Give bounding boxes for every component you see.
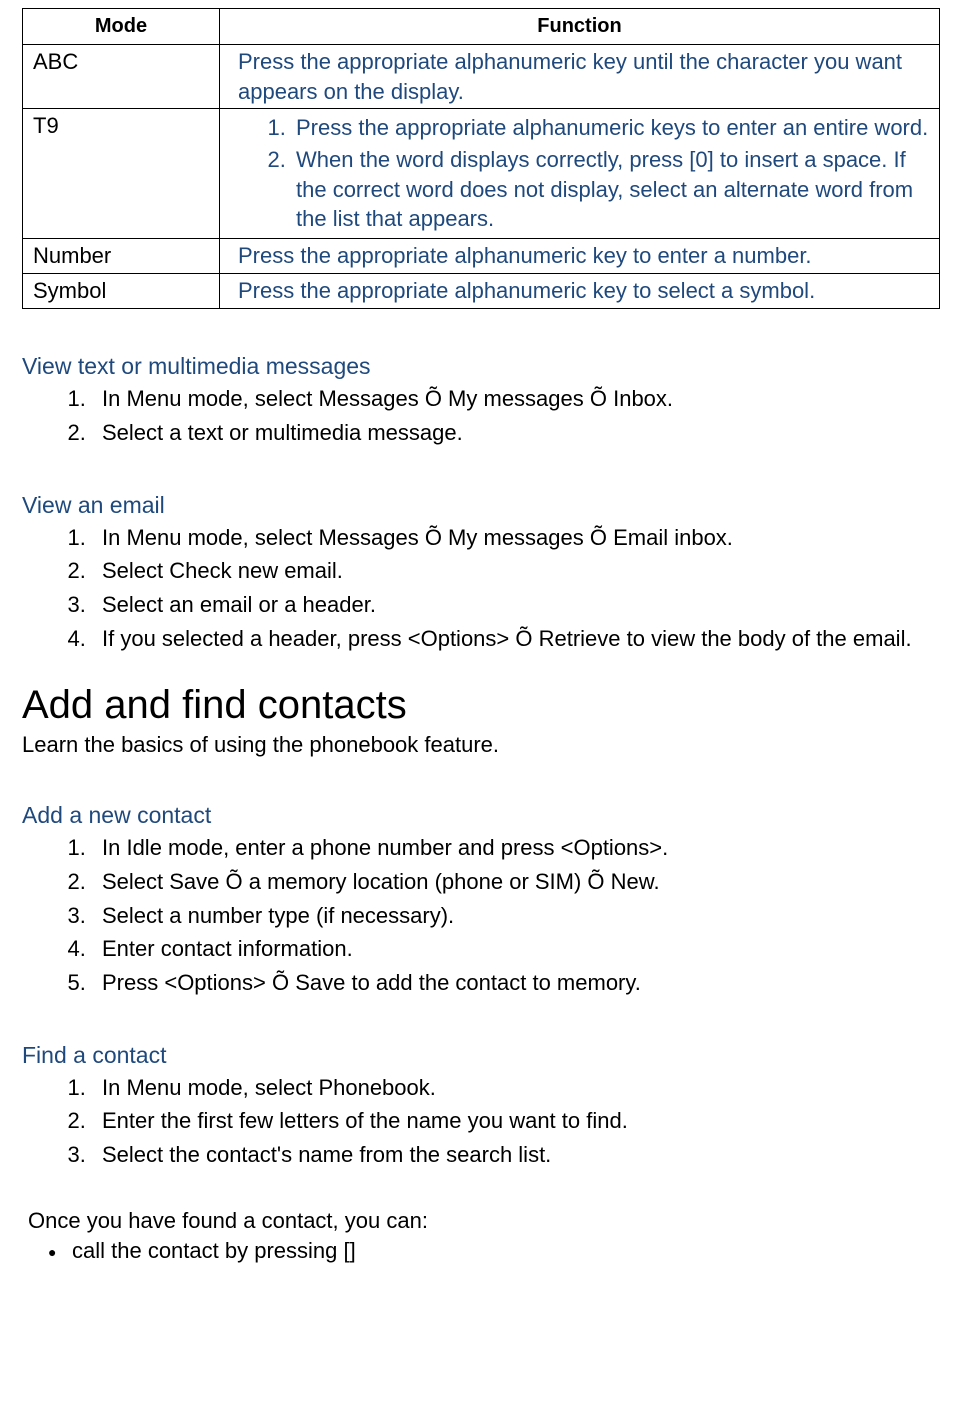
table-header-row: Mode Function: [23, 9, 940, 45]
step-item: Select Check new email.: [92, 556, 940, 586]
step-item: Select Save Õ a memory location (phone o…: [92, 867, 940, 897]
table-row: Symbol Press the appropriate alphanumeri…: [23, 274, 940, 309]
function-step: When the word displays correctly, press …: [292, 145, 929, 234]
mode-cell: ABC: [23, 45, 220, 109]
step-item: Select a text or multimedia message.: [92, 418, 940, 448]
step-item: Select the contact's name from the searc…: [92, 1140, 940, 1170]
step-item: Enter contact information.: [92, 934, 940, 964]
steps-view-messages: In Menu mode, select Messages Õ My messa…: [22, 384, 940, 447]
section-heading-add-contact: Add a new contact: [22, 802, 940, 829]
step-item: Press <Options> Õ Save to add the contac…: [92, 968, 940, 998]
mode-cell: Number: [23, 239, 220, 274]
function-step: Press the appropriate alphanumeric keys …: [292, 113, 929, 143]
header-function: Function: [220, 9, 940, 45]
step-item: In Menu mode, select Phonebook.: [92, 1073, 940, 1103]
section-heading-view-email: View an email: [22, 492, 940, 519]
step-item: Select an email or a header.: [92, 590, 940, 620]
heading-add-find-contacts: Add and find contacts: [22, 683, 940, 728]
function-cell: Press the appropriate alphanumeric key t…: [220, 239, 940, 274]
bullet-item: call the contact by pressing []: [72, 1238, 940, 1264]
function-steps: Press the appropriate alphanumeric keys …: [238, 113, 929, 234]
step-item: In Menu mode, select Messages Õ My messa…: [92, 384, 940, 414]
header-mode: Mode: [23, 9, 220, 45]
step-item: Select a number type (if necessary).: [92, 901, 940, 931]
steps-add-contact: In Idle mode, enter a phone number and p…: [22, 833, 940, 997]
section-heading-view-messages: View text or multimedia messages: [22, 353, 940, 380]
table-row: Number Press the appropriate alphanumeri…: [23, 239, 940, 274]
found-contact-text: Once you have found a contact, you can:: [28, 1208, 940, 1234]
found-contact-bullets: call the contact by pressing []: [22, 1238, 940, 1264]
step-item: In Menu mode, select Messages Õ My messa…: [92, 523, 940, 553]
function-cell: Press the appropriate alphanumeric key u…: [220, 45, 940, 109]
table-row: ABC Press the appropriate alphanumeric k…: [23, 45, 940, 109]
subtitle-contacts: Learn the basics of using the phonebook …: [22, 732, 940, 758]
steps-find-contact: In Menu mode, select Phonebook. Enter th…: [22, 1073, 940, 1170]
step-item: In Idle mode, enter a phone number and p…: [92, 833, 940, 863]
section-heading-find-contact: Find a contact: [22, 1042, 940, 1069]
table-row: T9 Press the appropriate alphanumeric ke…: [23, 109, 940, 239]
mode-cell: Symbol: [23, 274, 220, 309]
mode-cell: T9: [23, 109, 220, 239]
document-page: Mode Function ABC Press the appropriate …: [0, 8, 962, 1284]
step-item: Enter the first few letters of the name …: [92, 1106, 940, 1136]
steps-view-email: In Menu mode, select Messages Õ My messa…: [22, 523, 940, 654]
step-item: If you selected a header, press <Options…: [92, 624, 940, 654]
mode-function-table: Mode Function ABC Press the appropriate …: [22, 8, 940, 309]
function-cell: Press the appropriate alphanumeric keys …: [220, 109, 940, 239]
function-cell: Press the appropriate alphanumeric key t…: [220, 274, 940, 309]
